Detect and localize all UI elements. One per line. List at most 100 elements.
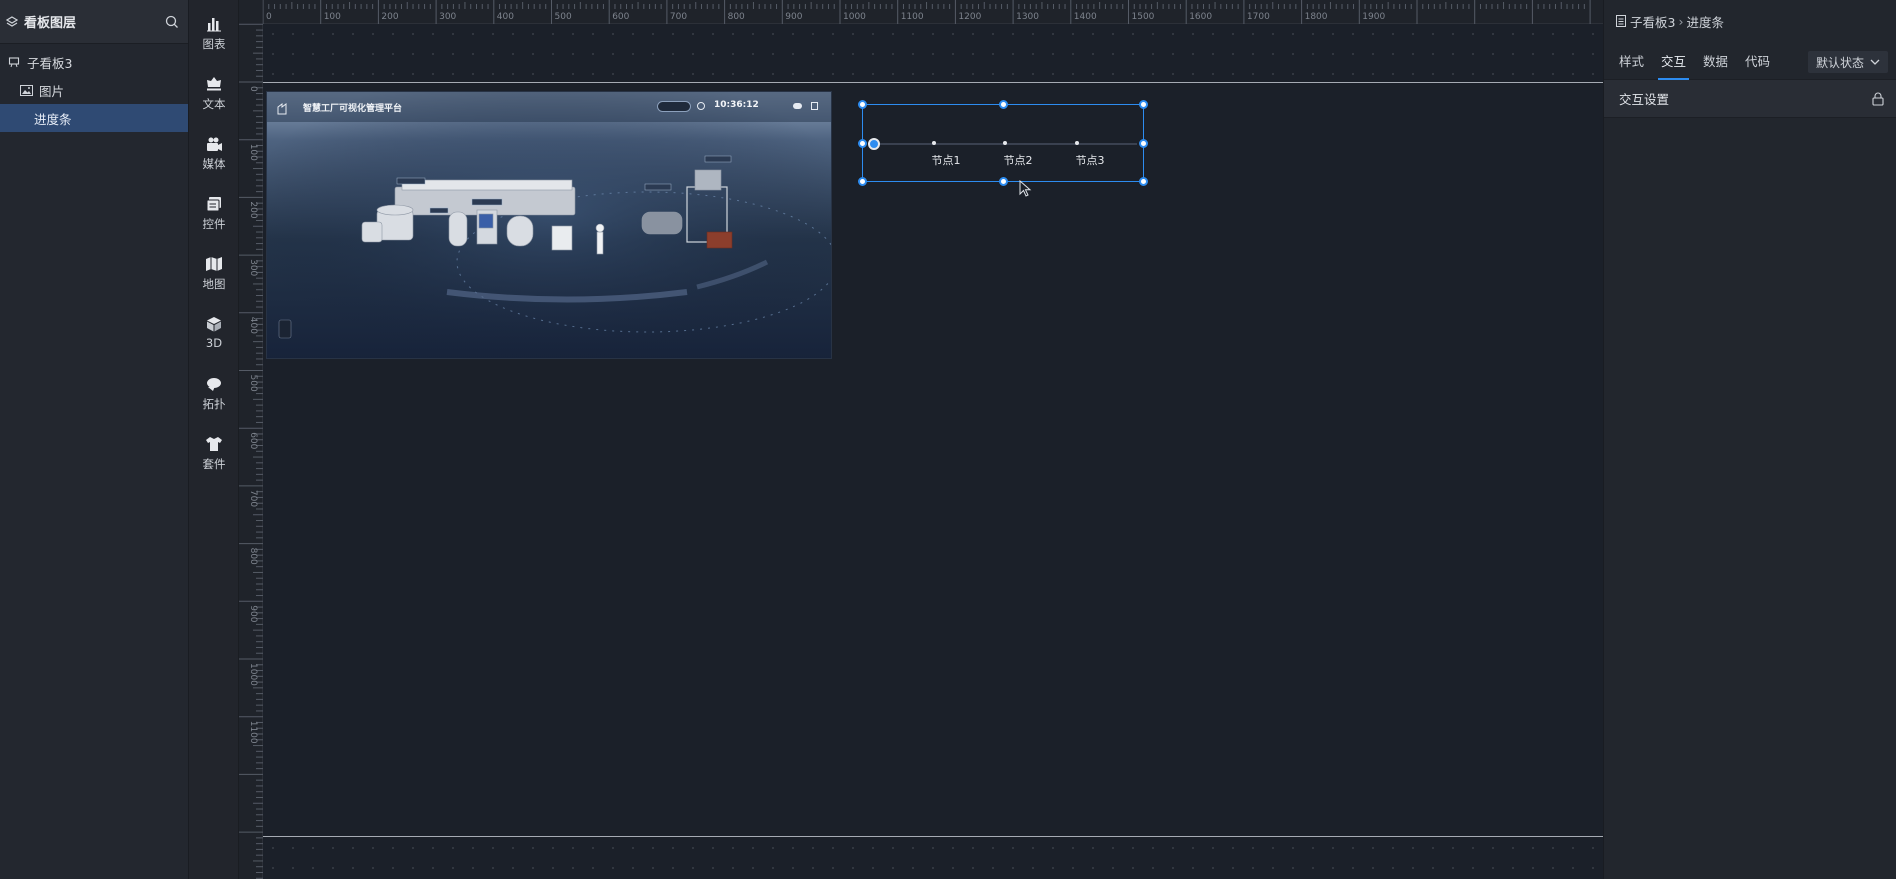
ruler-top-label: 900	[785, 12, 802, 22]
scene-label-tag	[471, 198, 503, 206]
layer-panel-title: 看板图层	[24, 16, 77, 31]
breadcrumb-item[interactable]: 子看板3	[1630, 12, 1675, 31]
resize-handle-bottom-left[interactable]	[858, 177, 867, 186]
resize-handle-top-left[interactable]	[858, 100, 867, 109]
ruler-top-label: 400	[497, 12, 514, 22]
ruler-top-label: 200	[381, 12, 398, 22]
tool-topology[interactable]: 拓扑	[189, 374, 239, 418]
exit-icon	[811, 102, 818, 110]
ruler-left: 0 100 200 300 400 500 600 700 800 900 1000 1100	[239, 0, 263, 879]
tab-style[interactable]: 样式	[1619, 42, 1644, 80]
progress-node-label: 节点3	[1075, 154, 1105, 167]
topology-icon	[204, 374, 224, 394]
layer-item-label: 进度条	[34, 111, 72, 127]
layer-panel-header: 看板图层	[0, 0, 188, 44]
resize-handle-left[interactable]	[858, 139, 867, 148]
ruler-top-label: 1800	[1305, 12, 1328, 22]
resize-handle-bottom[interactable]	[999, 177, 1008, 186]
layer-item-sub-board[interactable]: 子看板3	[0, 48, 188, 76]
ruler-top-label: 1900	[1362, 12, 1385, 22]
layer-item-progress-bar[interactable]: 进度条	[0, 104, 188, 132]
tool-kit[interactable]: 套件	[189, 434, 239, 478]
canvas-guide-top	[263, 82, 1603, 83]
map-icon	[204, 254, 224, 274]
state-select[interactable]: 默认状态	[1807, 51, 1888, 73]
canvas-image-title: 智慧工厂可视化管理平台	[303, 104, 403, 114]
factory-image-component[interactable]: 智慧工厂可视化管理平台 10:36:12	[266, 91, 832, 359]
chevron-right-icon: ›	[1678, 13, 1684, 29]
ruler-top-label: 300	[439, 12, 456, 22]
image-icon	[19, 83, 33, 97]
canvas-guide-bottom	[263, 836, 1603, 837]
ruler-top-label: 800	[728, 12, 745, 22]
progress-node-dot	[1075, 141, 1079, 145]
tool-label: 套件	[202, 457, 226, 471]
factory-scene	[267, 92, 831, 358]
search-icon[interactable]	[164, 14, 180, 30]
ruler-left-label: 1100	[248, 721, 258, 744]
interaction-settings-section[interactable]: 交互设置	[1604, 80, 1896, 118]
ruler-top-label: 1300	[1016, 12, 1039, 22]
ruler-top-label: 600	[612, 12, 629, 22]
ruler-top-label: 0	[266, 12, 272, 22]
tool-label: 控件	[202, 217, 226, 231]
tool-chart[interactable]: 图表	[189, 14, 239, 58]
progress-bar-track	[877, 143, 1137, 145]
media-icon	[204, 134, 224, 154]
ruler-top-label: 1600	[1189, 12, 1212, 22]
tool-label: 图表	[202, 37, 226, 51]
scene-label-tag	[644, 183, 672, 191]
scene-label-tag	[396, 177, 426, 185]
tab-interaction[interactable]: 交互	[1658, 42, 1690, 80]
ruler-left-label: 700	[248, 490, 258, 507]
progress-bar-component[interactable]: 节点1 节点2 节点3	[858, 100, 1148, 186]
ruler-top-scale: 0 100 200 300 400 500 600 700 800 900 1000 1100 1200…	[262, 0, 1591, 24]
dashboard-editor: 看板图层 子看板3 图片 进度条 图表 文本 媒体 控件 地图 3D 拓扑 套件…	[0, 0, 1896, 879]
tool-media[interactable]: 媒体	[189, 134, 239, 178]
tool-label: 媒体	[202, 157, 226, 171]
progress-node-label: 节点1	[931, 154, 961, 167]
lock-icon[interactable]	[1872, 92, 1884, 106]
tool-text[interactable]: 文本	[189, 74, 239, 118]
ruler-left-label: 0	[248, 86, 258, 92]
layer-item-label: 图片	[39, 83, 65, 99]
tool-control[interactable]: 控件	[189, 194, 239, 238]
ruler-top-label: 500	[555, 12, 572, 22]
layer-panel: 看板图层 子看板3 图片 进度条	[0, 0, 189, 879]
resize-handle-top[interactable]	[999, 100, 1008, 109]
ruler-top-label: 1000	[843, 12, 866, 22]
tab-data[interactable]: 数据	[1703, 42, 1728, 80]
layer-item-image[interactable]: 图片	[0, 76, 188, 104]
ruler-left-label: 600	[248, 432, 258, 449]
ruler-left-label: 400	[248, 317, 258, 334]
bar-chart-icon	[204, 14, 224, 34]
ruler-left-label: 200	[248, 201, 258, 218]
canvas-margin-top	[263, 24, 1603, 80]
tool-map[interactable]: 地图	[189, 254, 239, 298]
weather-icon	[793, 103, 802, 109]
ruler-left-label: 500	[248, 375, 258, 392]
ruler-left-label: 1000	[248, 663, 258, 686]
progress-bar-current-node	[868, 138, 880, 150]
cube-icon	[204, 314, 224, 334]
ruler-top-label: 1400	[1074, 12, 1097, 22]
breadcrumb-item-current: 进度条	[1686, 14, 1724, 30]
progress-node-label: 节点2	[1003, 154, 1033, 167]
resize-handle-top-right[interactable]	[1139, 100, 1148, 109]
resize-handle-right[interactable]	[1139, 139, 1148, 148]
layers-icon	[4, 14, 20, 30]
progress-node-dot	[932, 141, 936, 145]
document-icon	[1616, 15, 1626, 27]
ruler-left-scale: 0 100 200 300 400 500 600 700 800 900 1000 1100	[239, 23, 263, 879]
section-title: 交互设置	[1619, 92, 1670, 107]
ruler-left-label: 300	[248, 259, 258, 276]
ruler-top-label: 1500	[1132, 12, 1155, 22]
ruler-top-label: 100	[324, 12, 341, 22]
tool-label: 3D	[205, 336, 223, 350]
tool-label: 文本	[202, 97, 226, 111]
ruler-left-label: 800	[248, 548, 258, 565]
tool-3d[interactable]: 3D	[189, 314, 239, 358]
resize-handle-bottom-right[interactable]	[1139, 177, 1148, 186]
clock-icon	[697, 102, 705, 110]
tab-code[interactable]: 代码	[1745, 42, 1770, 80]
